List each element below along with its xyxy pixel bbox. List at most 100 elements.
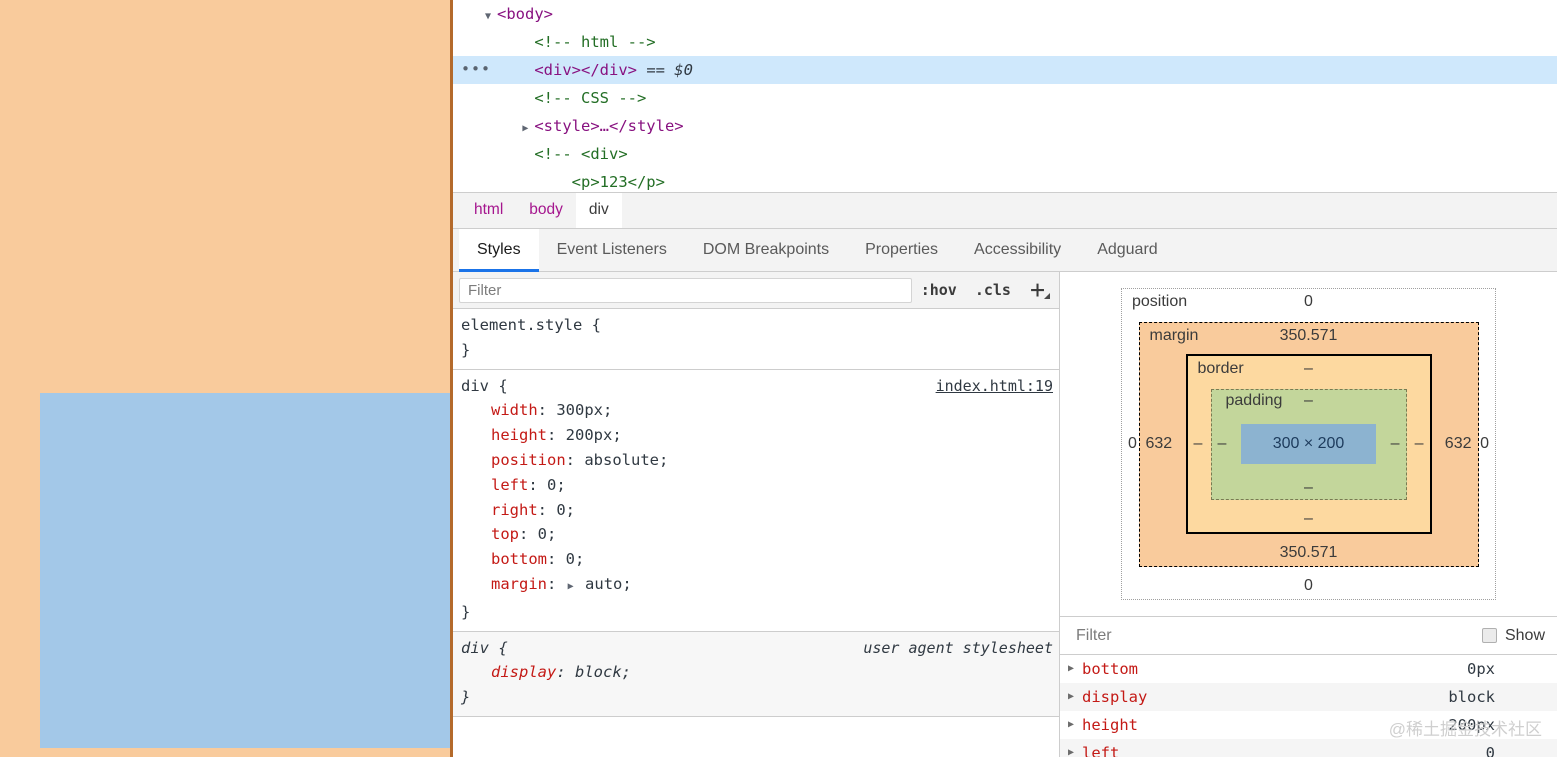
css-declaration[interactable]: right: 0;	[453, 498, 1059, 523]
dom-node-row[interactable]: <p>123</p>	[453, 168, 1557, 192]
stylesheet-source-link[interactable]: index.html:19	[936, 374, 1053, 399]
box-model-border-bottom[interactable]: –	[1188, 510, 1430, 528]
tab-event-listeners[interactable]: Event Listeners	[539, 229, 685, 271]
css-rule-selector-line: div { index.html:19	[453, 374, 1059, 399]
css-declaration[interactable]: height: 200px;	[453, 423, 1059, 448]
css-declaration[interactable]: left: 0;	[453, 473, 1059, 498]
css-property-value[interactable]: 200px;	[566, 426, 622, 444]
dom-node-row[interactable]: <!-- html -->	[453, 28, 1557, 56]
css-property-name[interactable]: margin	[491, 575, 547, 593]
expand-triangle-right-icon[interactable]: ▶	[1068, 655, 1082, 683]
box-model-padding-bottom[interactable]: –	[1212, 479, 1406, 497]
expand-triangle-down-icon[interactable]: ▼	[485, 3, 497, 31]
computed-properties-list[interactable]: ▶ bottom 0px ▶ display block ▶ height 200px ▶ left…	[1060, 655, 1557, 757]
box-model-margin-right[interactable]: 632	[1445, 435, 1472, 453]
computed-property-row[interactable]: ▶ bottom 0px	[1060, 655, 1557, 683]
css-rule[interactable]: element.style {}	[453, 309, 1059, 370]
css-selector[interactable]: div {	[461, 377, 508, 395]
computed-property-row[interactable]: ▶ display block	[1060, 683, 1557, 711]
computed-toolbar: Show	[1060, 617, 1557, 655]
dom-node-row[interactable]: <!-- <div>	[453, 140, 1557, 168]
tab-adguard[interactable]: Adguard	[1079, 229, 1176, 271]
box-model-margin-left[interactable]: 632	[1146, 435, 1173, 453]
tab-accessibility[interactable]: Accessibility	[956, 229, 1079, 271]
css-declaration[interactable]: margin: ▶ auto;	[453, 572, 1059, 600]
computed-property-row[interactable]: ▶ left 0	[1060, 739, 1557, 757]
css-property-name[interactable]: display	[491, 663, 556, 681]
computed-filter-input[interactable]	[1068, 623, 1482, 648]
box-model-position-right[interactable]: 0	[1480, 435, 1489, 453]
css-declaration[interactable]: position: absolute;	[453, 448, 1059, 473]
more-options-icon[interactable]: •••	[461, 56, 490, 84]
box-model-position-bottom[interactable]: 0	[1122, 577, 1495, 595]
dom-tree[interactable]: ▼ <body> <!-- html --> ••• <div></div> == …	[453, 0, 1557, 192]
new-style-rule-button[interactable]: +	[1020, 277, 1053, 302]
breadcrumb-item-html[interactable]: html	[461, 193, 516, 228]
show-all-checkbox[interactable]	[1481, 628, 1497, 643]
dom-node-row[interactable]: ▶ <style>…</style>	[453, 112, 1557, 140]
expand-triangle-right-icon[interactable]: ▶	[1068, 739, 1082, 757]
css-declaration[interactable]: bottom: 0;	[453, 547, 1059, 572]
css-rule[interactable]: div {user agent stylesheet display: block…	[453, 631, 1059, 717]
styles-filter-input[interactable]	[459, 277, 912, 303]
box-model-border-top[interactable]: –	[1188, 360, 1430, 378]
box-model-border-left[interactable]: –	[1194, 435, 1203, 453]
box-model-padding-right[interactable]: –	[1391, 435, 1400, 453]
box-model-padding-layer: padding – – – – 300 × 200	[1210, 388, 1407, 500]
breadcrumb-item-div[interactable]: div	[575, 193, 622, 228]
css-rule-close-brace: }	[461, 602, 471, 621]
tab-dom-breakpoints[interactable]: DOM Breakpoints	[685, 229, 847, 271]
expand-triangle-right-icon[interactable]: ▶	[1068, 711, 1082, 739]
css-property-value[interactable]: auto;	[585, 575, 632, 593]
box-model-margin-top[interactable]: 350.571	[1140, 327, 1478, 345]
css-property-name[interactable]: position	[491, 451, 566, 469]
content-box-highlight-overlay	[40, 393, 450, 748]
css-rule[interactable]: div {index.html:19 width: 300px; height: 2…	[453, 370, 1059, 632]
css-property-name[interactable]: right	[491, 501, 538, 519]
tab-label: Properties	[865, 241, 939, 258]
css-selector[interactable]: div {	[461, 639, 508, 657]
expand-triangle-right-icon[interactable]: ▶	[1068, 683, 1082, 711]
dom-node-row-selected[interactable]: ••• <div></div> == $0	[453, 56, 1557, 84]
breadcrumb-item-body[interactable]: body	[516, 193, 576, 228]
css-declaration[interactable]: display: block;	[453, 660, 1059, 685]
css-property-name[interactable]: top	[491, 525, 519, 543]
styles-toolbar: :hov .cls +	[453, 272, 1059, 309]
box-model-position-left[interactable]: 0	[1128, 435, 1137, 453]
hov-toggle-button[interactable]: :hov	[912, 278, 966, 303]
css-declaration[interactable]: top: 0;	[453, 522, 1059, 547]
css-property-name[interactable]: left	[491, 476, 528, 494]
box-model-padding-top[interactable]: –	[1212, 392, 1406, 410]
css-property-value[interactable]: 0;	[556, 501, 575, 519]
css-property-value[interactable]: 0;	[538, 525, 557, 543]
css-property-name[interactable]: height	[491, 426, 547, 444]
dom-node-text: <!-- CSS -->	[534, 89, 647, 107]
css-declaration[interactable]: width: 300px;	[453, 398, 1059, 423]
dom-node-row[interactable]: ▼ <body>	[453, 0, 1557, 28]
css-property-value[interactable]: absolute;	[584, 451, 668, 469]
computed-pane: position 0 0 0 0 margin 350.571 350.571 …	[1060, 272, 1557, 757]
css-rules-list[interactable]: element.style {} div {index.html:19 width:…	[453, 309, 1059, 757]
css-property-name[interactable]: width	[491, 401, 538, 419]
css-colon: :	[528, 475, 547, 494]
box-model-content-size[interactable]: 300 × 200	[1241, 424, 1376, 464]
expand-shorthand-triangle-icon[interactable]: ▶	[566, 575, 576, 600]
expand-triangle-right-icon[interactable]: ▶	[522, 115, 534, 143]
tab-styles[interactable]: Styles	[459, 229, 539, 272]
css-property-value[interactable]: 0;	[547, 476, 566, 494]
css-property-value[interactable]: block;	[575, 663, 631, 681]
tab-properties[interactable]: Properties	[847, 229, 956, 271]
css-property-name[interactable]: bottom	[491, 550, 547, 568]
computed-property-row[interactable]: ▶ height 200px	[1060, 711, 1557, 739]
box-model-position-top[interactable]: 0	[1122, 293, 1495, 311]
box-model-padding-left[interactable]: –	[1218, 435, 1227, 453]
box-model-diagram[interactable]: position 0 0 0 0 margin 350.571 350.571 …	[1060, 272, 1557, 617]
box-model-border-right[interactable]: –	[1415, 435, 1424, 453]
css-property-value[interactable]: 0;	[566, 550, 585, 568]
css-property-value[interactable]: 300px;	[556, 401, 612, 419]
cls-toggle-button[interactable]: .cls	[966, 278, 1020, 303]
box-model-margin-bottom[interactable]: 350.571	[1140, 544, 1478, 562]
css-selector[interactable]: element.style {	[461, 316, 601, 334]
dom-node-row[interactable]: <!-- CSS -->	[453, 84, 1557, 112]
